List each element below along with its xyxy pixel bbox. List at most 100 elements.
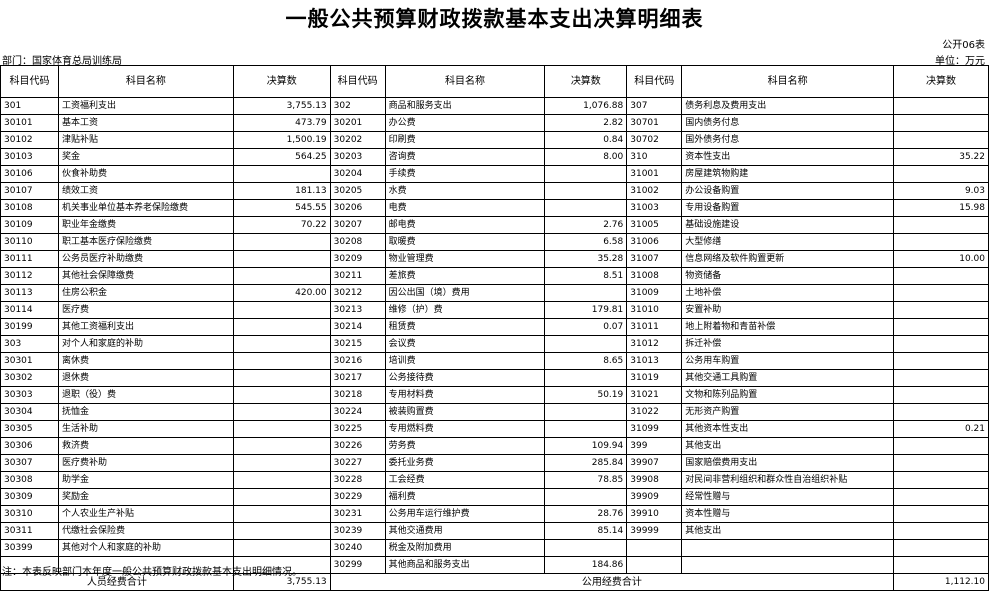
cell-name: 救济费 <box>57 437 234 455</box>
cell-code: 30701 <box>626 114 683 132</box>
cell-code: 30204 <box>329 165 386 183</box>
cell-name: 其他资本性支出 <box>681 420 895 438</box>
cell-amount <box>232 267 331 285</box>
cell-name: 国内债务付息 <box>681 114 895 132</box>
cell-code: 30301 <box>0 352 59 370</box>
cell-code: 30218 <box>329 386 386 404</box>
cell-code: 30240 <box>329 539 386 557</box>
cell-name: 其他交通工具购置 <box>681 369 895 387</box>
cell-amount: 3,755.13 <box>232 97 331 115</box>
cell-code: 30112 <box>0 267 59 285</box>
cell-amount <box>232 488 331 506</box>
table-row: 30304 抚恤金 30224 被装购置费 31022 无形资产购置 <box>0 403 989 421</box>
cell-code: 310 <box>626 148 683 166</box>
cell-code: 30214 <box>329 318 386 336</box>
cell-name: 对民间非营利组织和群众性自治组织补贴 <box>681 471 895 489</box>
cell-code: 30305 <box>0 420 59 438</box>
cell-amount: 179.81 <box>544 301 628 319</box>
cell-name: 差旅费 <box>384 267 546 285</box>
cell-name: 被装购置费 <box>384 403 546 421</box>
cell-name: 其他对个人和家庭的补助 <box>57 539 234 557</box>
cell-amount: 545.55 <box>232 199 331 217</box>
cell-amount: 10.00 <box>893 250 989 268</box>
cell-code: 30211 <box>329 267 386 285</box>
table-row: 30113 住房公积金 420.00 30212 因公出国（境）费用 31009 土地补偿 <box>0 284 989 302</box>
cell-amount <box>232 352 331 370</box>
cell-name: 公务用车购置 <box>681 352 895 370</box>
cell-code: 302 <box>329 97 386 115</box>
cell-amount <box>232 471 331 489</box>
cell-name: 代缴社会保险费 <box>57 522 234 540</box>
cell-name: 其他工资福利支出 <box>57 318 234 336</box>
cell-code: 30213 <box>329 301 386 319</box>
cell-name: 邮电费 <box>384 216 546 234</box>
cell-code: 30199 <box>0 318 59 336</box>
cell-name: 办公设备购置 <box>681 182 895 200</box>
cell-name: 劳务费 <box>384 437 546 455</box>
cell-name: 专用材料费 <box>384 386 546 404</box>
cell-code: 30239 <box>329 522 386 540</box>
cell-code: 30212 <box>329 284 386 302</box>
table-row: 30301 离休费 30216 培训费 8.65 31013 公务用车购置 <box>0 352 989 370</box>
cell-name: 会议费 <box>384 335 546 353</box>
cell-amount <box>232 505 331 523</box>
cell-name: 专用设备购置 <box>681 199 895 217</box>
cell-name: 退职（役）费 <box>57 386 234 404</box>
cell-code: 39908 <box>626 471 683 489</box>
cell-name: 委托业务费 <box>384 454 546 472</box>
cell-name: 生活补助 <box>57 420 234 438</box>
cell-amount <box>232 386 331 404</box>
cell-amount <box>893 114 989 132</box>
cell-code: 30228 <box>329 471 386 489</box>
cell-code: 30203 <box>329 148 386 166</box>
cell-code: 31011 <box>626 318 683 336</box>
cell-code: 30231 <box>329 505 386 523</box>
public-total-label: 公用经费合计 <box>329 573 895 591</box>
header-amount: 决算数 <box>893 65 989 98</box>
cell-code: 31003 <box>626 199 683 217</box>
cell-code: 39910 <box>626 505 683 523</box>
cell-name: 地上附着物和青苗补偿 <box>681 318 895 336</box>
cell-code: 31005 <box>626 216 683 234</box>
cell-name: 基础设施建设 <box>681 216 895 234</box>
cell-code <box>626 539 683 557</box>
cell-code: 30226 <box>329 437 386 455</box>
cell-name: 公务用车运行维护费 <box>384 505 546 523</box>
cell-amount <box>544 165 628 183</box>
table-row: 30311 代缴社会保险费 30239 其他交通费用 85.14 39999 其他支出 <box>0 522 989 540</box>
cell-code: 30102 <box>0 131 59 149</box>
cell-amount <box>232 454 331 472</box>
cell-amount <box>232 403 331 421</box>
cell-amount <box>232 318 331 336</box>
table-row: 30303 退职（役）费 30218 专用材料费 50.19 31021 文物和陈列品购置 <box>0 386 989 404</box>
cell-amount <box>893 233 989 251</box>
cell-amount <box>232 420 331 438</box>
cell-name: 土地补偿 <box>681 284 895 302</box>
cell-name: 资本性支出 <box>681 148 895 166</box>
cell-code: 30109 <box>0 216 59 234</box>
table-row: 30308 助学金 30228 工会经费 78.85 39908 对民间非营利组织和群众性自… <box>0 471 989 489</box>
cell-code: 31021 <box>626 386 683 404</box>
cell-name: 国家赔偿费用支出 <box>681 454 895 472</box>
cell-amount <box>893 522 989 540</box>
cell-amount <box>893 97 989 115</box>
cell-code: 30307 <box>0 454 59 472</box>
cell-code: 30227 <box>329 454 386 472</box>
cell-name: 其他交通费用 <box>384 522 546 540</box>
cell-name: 退休费 <box>57 369 234 387</box>
cell-amount <box>232 301 331 319</box>
cell-name: 职工基本医疗保险缴费 <box>57 233 234 251</box>
cell-amount: 2.82 <box>544 114 628 132</box>
cell-amount <box>893 386 989 404</box>
cell-name: 专用燃料费 <box>384 420 546 438</box>
cell-name: 对个人和家庭的补助 <box>57 335 234 353</box>
cell-code: 30201 <box>329 114 386 132</box>
expenditure-table: 科目代码 科目名称 决算数 科目代码 科目名称 决算数 科目代码 科目名称 决算… <box>0 65 989 591</box>
cell-name: 无形资产购置 <box>681 403 895 421</box>
cell-code: 31010 <box>626 301 683 319</box>
cell-name: 手续费 <box>384 165 546 183</box>
cell-name: 商品和服务支出 <box>384 97 546 115</box>
cell-amount: 70.22 <box>232 216 331 234</box>
cell-amount <box>893 267 989 285</box>
cell-name: 其他商品和服务支出 <box>384 556 546 574</box>
